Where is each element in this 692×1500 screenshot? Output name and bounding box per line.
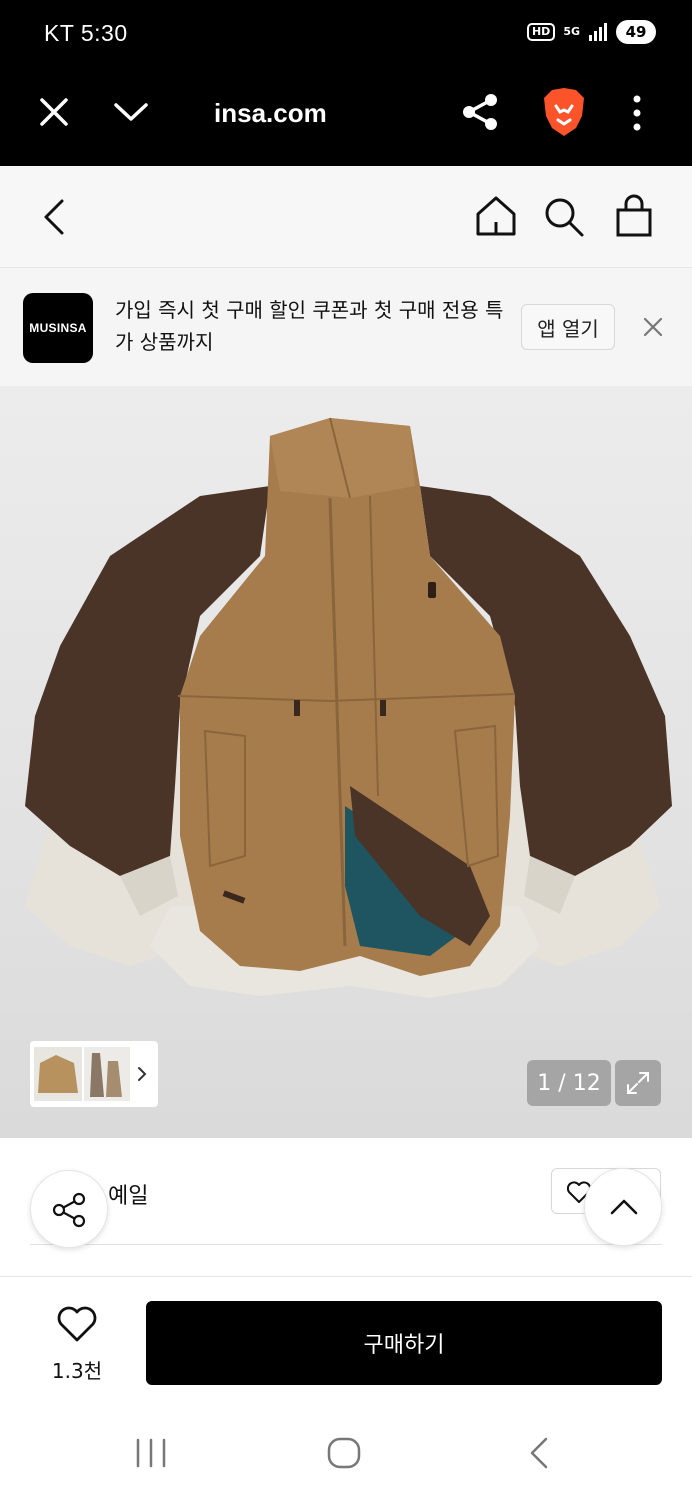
close-icon[interactable] <box>640 314 666 340</box>
app-promo-banner: MUSINSA 가입 즉시 첫 구매 할인 쿠폰과 첫 구매 전용 특가 상품까… <box>0 268 692 386</box>
expand-button[interactable] <box>615 1060 661 1106</box>
home-icon[interactable] <box>474 194 518 238</box>
url-bar[interactable]: insa.com <box>214 98 327 129</box>
home-nav-icon[interactable] <box>326 1436 362 1470</box>
share-icon[interactable] <box>460 92 500 132</box>
brand-row: 예일 <box>0 1138 692 1278</box>
like-count: 1.3천 <box>51 1359 103 1383</box>
recent-apps-icon[interactable] <box>134 1438 168 1468</box>
expand-icon <box>627 1072 649 1094</box>
chevron-right-icon <box>138 1067 147 1081</box>
chevron-up-icon <box>610 1199 638 1215</box>
site-header <box>0 166 692 268</box>
battery-icon: 49 <box>616 20 656 44</box>
browser-chrome: KT 5:30 HD 5G 49 insa.com <box>0 0 692 166</box>
musinsa-logo: MUSINSA <box>23 293 93 363</box>
product-image <box>25 417 672 998</box>
cart-icon[interactable] <box>614 194 654 238</box>
purchase-bar: 1.3천 구매하기 <box>0 1276 692 1406</box>
close-tab-icon[interactable] <box>38 96 70 128</box>
thumbnail-strip[interactable] <box>30 1041 158 1107</box>
scroll-top-fab[interactable] <box>584 1168 662 1246</box>
heart-icon[interactable] <box>56 1305 98 1343</box>
brave-lion-icon[interactable] <box>541 86 587 138</box>
thumbnail-image <box>34 1047 130 1101</box>
image-counter: 1 / 12 <box>527 1060 611 1106</box>
back-icon[interactable] <box>40 198 68 236</box>
share-fab[interactable] <box>30 1170 108 1248</box>
search-icon[interactable] <box>543 196 585 238</box>
back-nav-icon[interactable] <box>526 1436 552 1470</box>
chevron-down-icon[interactable] <box>112 100 150 124</box>
signal-icon <box>589 23 607 41</box>
more-menu-icon[interactable] <box>630 94 644 132</box>
open-app-button[interactable]: 앱 열기 <box>521 304 615 350</box>
buy-button[interactable]: 구매하기 <box>146 1301 662 1385</box>
network-5g-icon: 5G <box>563 25 580 38</box>
divider <box>30 1244 662 1245</box>
status-carrier-time: KT 5:30 <box>44 20 128 46</box>
share-icon <box>52 1192 86 1228</box>
hd-icon: HD <box>526 23 556 41</box>
brand-name[interactable]: 예일 <box>108 1178 148 1210</box>
status-icons: HD 5G 49 <box>526 20 656 44</box>
promo-message: 가입 즉시 첫 구매 할인 쿠폰과 첫 구매 전용 특가 상품까지 <box>115 298 504 354</box>
product-gallery[interactable]: 1 / 12 <box>0 386 692 1138</box>
system-nav-bar <box>0 1406 692 1500</box>
